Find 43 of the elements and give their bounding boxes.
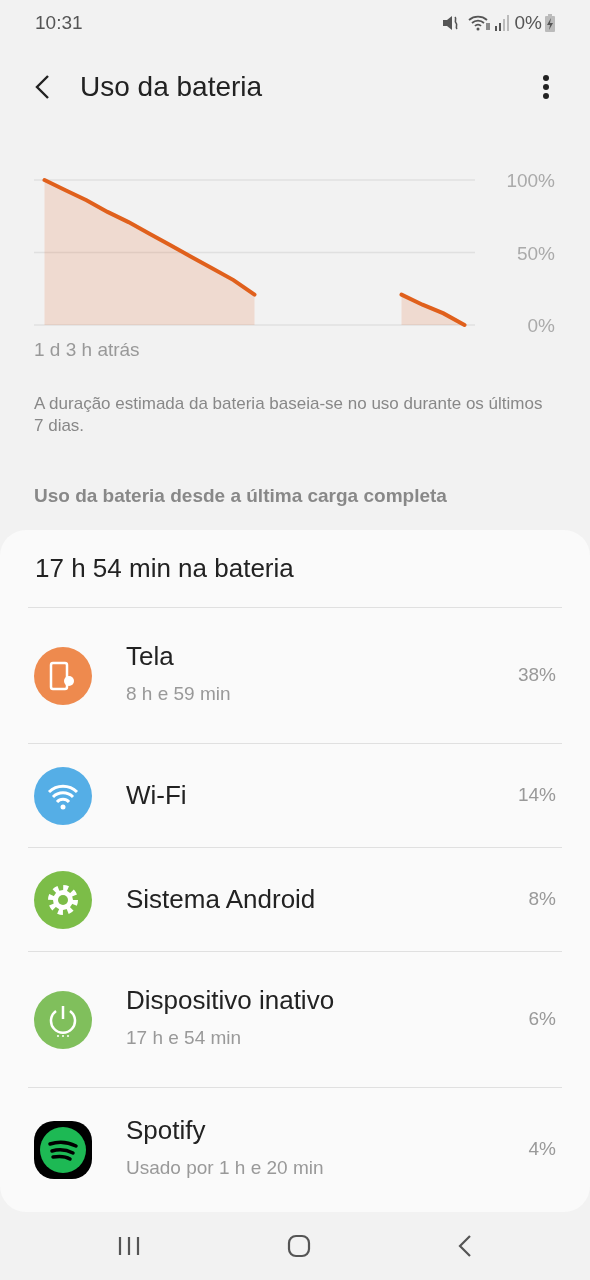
wifi-icon <box>34 766 92 825</box>
recent-apps-icon <box>118 1236 140 1256</box>
app-name: Dispositivo inativo <box>126 983 335 1017</box>
app-name: Tela <box>126 639 174 673</box>
back-icon <box>458 1234 472 1258</box>
recent-apps-button[interactable] <box>118 1236 140 1256</box>
page-title: Uso da bateria <box>80 70 263 104</box>
home-icon <box>287 1234 311 1258</box>
back-icon <box>34 74 50 100</box>
home-button[interactable] <box>287 1234 311 1258</box>
total-time: 17 h 54 min na bateria <box>34 552 295 585</box>
battery-percent: 0% <box>514 10 542 35</box>
usage-time: 8 h e 59 min <box>126 681 231 706</box>
usage-percent: 38% <box>517 663 556 688</box>
usage-time: 17 h e 54 min <box>126 1025 242 1050</box>
usage-percent: 4% <box>528 1137 556 1162</box>
usage-percent: 6% <box>528 1007 556 1032</box>
clock: 10:31 <box>35 10 83 35</box>
app-name: Sistema Android <box>126 883 316 916</box>
app-name: Spotify <box>126 1113 206 1147</box>
estimate-note: A duração estimada da bateria baseia-se no uso durante os últimos 7 dias. <box>33 392 544 437</box>
app-name: Wi-Fi <box>126 779 187 812</box>
usage-percent: 8% <box>528 887 556 912</box>
power-icon <box>34 990 92 1049</box>
usage-time: Usado por 1 h e 20 min <box>126 1155 324 1180</box>
axis-label: 100% <box>506 170 555 191</box>
back-nav-button[interactable] <box>458 1234 472 1258</box>
app-usage-row[interactable]: Wi-Fi 14% <box>28 743 562 847</box>
app-usage-row[interactable]: Dispositivo inativo 17 h e 54 min 6% <box>28 951 562 1087</box>
app-usage-row[interactable]: Sistema Android 8% <box>28 847 562 951</box>
axis-label: 1 d 3 h atrás <box>34 339 140 360</box>
more-icon <box>542 74 550 100</box>
axis-label: 0% <box>527 315 555 336</box>
wifi-icon <box>467 14 492 32</box>
gear-icon <box>34 870 92 929</box>
axis-label: 50% <box>516 242 555 264</box>
section-title: Uso da bateria desde a última carga completa <box>33 483 448 508</box>
app-usage-row[interactable]: Spotify Usado por 1 h e 20 min 4% <box>28 1087 562 1211</box>
usage-percent: 14% <box>517 783 556 808</box>
signal-icon <box>493 14 510 32</box>
app-usage-row[interactable]: Tela 8 h e 59 min 38% <box>28 607 562 743</box>
spotify-app-icon <box>34 1120 92 1179</box>
battery-charging-icon <box>545 14 555 32</box>
